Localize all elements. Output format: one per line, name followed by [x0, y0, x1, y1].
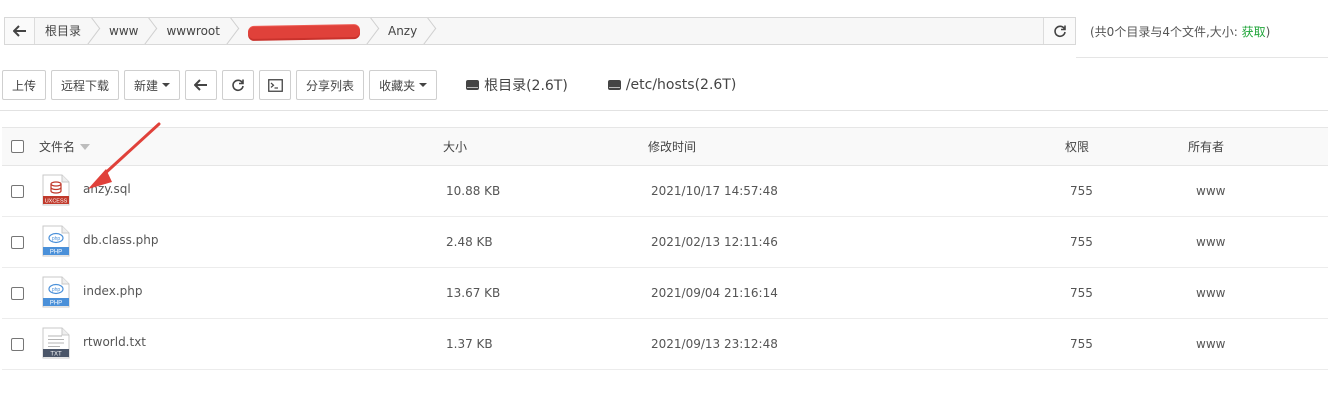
file-table: 文件名 大小 修改时间 权限 所有者 UXCESS anzy.sql 10.88… [2, 127, 1328, 370]
terminal-button[interactable] [259, 70, 292, 100]
favorites-button-label: 收藏夹 [379, 78, 416, 93]
php-file-icon: php PHP [42, 276, 70, 308]
table-row[interactable]: TXT rtworld.txt 1.37 KB 2021/09/13 23:12… [2, 319, 1328, 370]
svg-text:php: php [52, 287, 61, 293]
row-checkbox[interactable] [11, 184, 24, 198]
file-name[interactable]: db.class.php [83, 233, 159, 247]
breadcrumb-item-redacted[interactable] [238, 18, 378, 44]
divider [0, 110, 1328, 111]
table-header: 文件名 大小 修改时间 权限 所有者 [2, 128, 1328, 166]
txt-icon-label: TXT [50, 352, 62, 358]
row-checkbox-cell [11, 166, 24, 216]
path-bar: 根目录 www wwwroot Anzy [4, 17, 1076, 45]
file-toolbar: 上传 远程下载 新建 分享列表 收藏夹 根目录(2.6T) /etc/hosts… [2, 70, 736, 100]
caret-down-icon [419, 83, 428, 87]
redaction-scribble [247, 24, 361, 39]
row-checkbox[interactable] [11, 286, 24, 300]
hdd-icon [607, 80, 621, 90]
file-size: 13.67 KB [446, 286, 501, 300]
file-owner[interactable]: www [1196, 166, 1225, 216]
calc-size-link[interactable]: 获取 [1242, 25, 1266, 39]
breadcrumb-item-anzy[interactable]: Anzy [378, 18, 435, 44]
header-name-label: 文件名 [39, 140, 76, 154]
breadcrumb-item-wwwroot[interactable]: wwwroot [156, 18, 238, 44]
summary-text: (共0个目录与4个文件,大小: [1090, 25, 1242, 39]
file-mtime: 2021/02/13 12:11:46 [651, 235, 778, 249]
select-all-checkbox[interactable] [11, 140, 24, 153]
divider [1076, 57, 1328, 58]
back-button[interactable] [185, 70, 218, 100]
disk-root-label: 根目录(2.6T) [484, 78, 568, 94]
select-all-cell [11, 128, 24, 165]
disk-etc-hosts-label: /etc/hosts(2.6T) [625, 77, 737, 93]
php-icon-label: PHP [50, 250, 62, 256]
row-checkbox[interactable] [11, 337, 24, 351]
table-row[interactable]: UXCESS anzy.sql 10.88 KB 2021/10/17 14:5… [2, 166, 1328, 217]
php-icon-label: PHP [50, 301, 62, 307]
disk-etc-hosts[interactable]: /etc/hosts(2.6T) [607, 77, 737, 93]
arrow-left-icon [194, 79, 208, 91]
file-perm[interactable]: 755 [1070, 268, 1093, 318]
caret-down-icon [162, 83, 171, 87]
new-button[interactable]: 新建 [124, 70, 181, 100]
row-checkbox-cell [11, 217, 24, 267]
row-checkbox-cell [11, 319, 24, 369]
refresh-icon [1053, 25, 1066, 38]
sql-icon-label: UXCESS [45, 199, 68, 205]
header-size[interactable]: 大小 [443, 128, 467, 165]
file-size: 2.48 KB [446, 235, 493, 249]
refresh-icon [232, 79, 244, 92]
table-row[interactable]: php PHP index.php 13.67 KB 2021/09/04 21… [2, 268, 1328, 319]
row-checkbox-cell [11, 268, 24, 318]
file-mtime: 2021/09/13 23:12:48 [651, 337, 778, 351]
header-name[interactable]: 文件名 [39, 128, 91, 165]
sort-caret-icon [80, 143, 91, 150]
arrow-left-icon [12, 25, 26, 37]
path-back-button[interactable] [5, 18, 35, 44]
header-owner[interactable]: 所有者 [1188, 128, 1224, 165]
favorites-button[interactable]: 收藏夹 [369, 70, 438, 100]
svg-text:php: php [52, 236, 61, 242]
file-owner[interactable]: www [1196, 217, 1225, 267]
file-perm[interactable]: 755 [1070, 217, 1093, 267]
terminal-icon [267, 78, 283, 92]
breadcrumb-item-root[interactable]: 根目录 [35, 18, 99, 44]
table-row[interactable]: php PHP db.class.php 2.48 KB 2021/02/13 … [2, 217, 1328, 268]
upload-button[interactable]: 上传 [2, 70, 47, 100]
sql-file-icon: UXCESS [42, 174, 70, 206]
header-perm[interactable]: 权限 [1065, 128, 1089, 165]
new-button-label: 新建 [134, 78, 159, 93]
share-list-button[interactable]: 分享列表 [296, 70, 365, 100]
summary-suffix: ) [1265, 25, 1271, 39]
file-perm[interactable]: 755 [1070, 319, 1093, 369]
file-perm[interactable]: 755 [1070, 166, 1093, 216]
file-size: 10.88 KB [446, 184, 501, 198]
file-mtime: 2021/10/17 14:57:48 [651, 184, 778, 198]
disk-root[interactable]: 根目录(2.6T) [466, 75, 568, 95]
txt-file-icon: TXT [42, 327, 70, 359]
breadcrumb: 根目录 www wwwroot Anzy [35, 18, 1043, 44]
hdd-icon [466, 80, 480, 90]
breadcrumb-item-www[interactable]: www [99, 18, 156, 44]
php-file-icon: php PHP [42, 225, 70, 257]
file-name[interactable]: anzy.sql [83, 182, 131, 196]
file-name[interactable]: index.php [83, 284, 142, 298]
file-owner[interactable]: www [1196, 268, 1225, 318]
path-refresh-button[interactable] [1043, 18, 1075, 44]
file-mtime: 2021/09/04 21:16:14 [651, 286, 778, 300]
file-size: 1.37 KB [446, 337, 493, 351]
refresh-button[interactable] [222, 70, 255, 100]
header-mtime[interactable]: 修改时间 [648, 128, 696, 165]
row-checkbox[interactable] [11, 235, 24, 249]
remote-download-button[interactable]: 远程下载 [51, 70, 120, 100]
file-owner[interactable]: www [1196, 319, 1225, 369]
directory-summary: (共0个目录与4个文件,大小: 获取) [1090, 23, 1270, 40]
file-name[interactable]: rtworld.txt [83, 335, 146, 349]
